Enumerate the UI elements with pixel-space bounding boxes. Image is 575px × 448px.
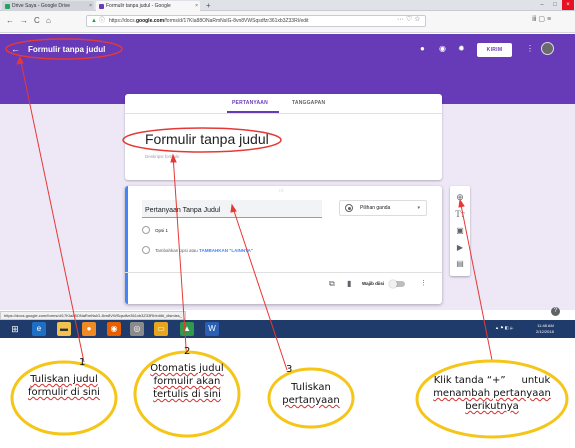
add-option-separator: atau bbox=[187, 248, 200, 253]
screenshot: Drive Saya - Google Drive × Formulir tan… bbox=[0, 0, 575, 448]
reload-icon[interactable]: C bbox=[34, 16, 40, 25]
home-icon[interactable]: ⌂ bbox=[46, 16, 51, 25]
browser-toolbar: ← → C ⌂ ⓘ ▲ https://docs.google.com/form… bbox=[0, 11, 575, 33]
add-other-link[interactable]: TAMBAHKAN "LAINNYA" bbox=[199, 248, 253, 253]
callout-text-4: Klik tanda “+” untuk menambah pertanyaan… bbox=[420, 374, 564, 413]
tab-responses[interactable]: TANGGAPAN bbox=[292, 100, 325, 106]
new-tab-button[interactable]: + bbox=[206, 0, 211, 11]
media-player-icon[interactable]: ● bbox=[82, 322, 96, 336]
callout-text-1: Tuliskan judul formulir di sini bbox=[14, 373, 114, 399]
page-actions-icon[interactable]: ··· ♡ ☆ bbox=[397, 15, 420, 23]
question-title-text: Pertanyaan Tanpa Judul bbox=[145, 207, 221, 214]
title-text-icon[interactable]: Tт bbox=[450, 209, 470, 219]
callout-line: pertanyaan bbox=[282, 395, 340, 406]
callout-line: Otomatis judul bbox=[150, 363, 224, 374]
chevron-down-icon: ▾ bbox=[417, 205, 420, 211]
callout-line: Tuliskan judul bbox=[30, 374, 98, 385]
minimize-button[interactable]: – bbox=[536, 0, 548, 10]
clock-date: 2/12/2018 bbox=[536, 329, 554, 334]
drive-favicon-icon bbox=[5, 4, 10, 9]
browser-tab-bar: Drive Saya - Google Drive × Formulir tan… bbox=[0, 0, 575, 11]
close-window-button[interactable]: × bbox=[562, 0, 574, 10]
add-question-icon[interactable]: ⊕ bbox=[450, 192, 470, 203]
word-icon[interactable]: W bbox=[205, 322, 219, 336]
callout-line: formulir di sini bbox=[28, 387, 100, 398]
duplicate-icon[interactable]: ⧉ bbox=[329, 279, 335, 289]
tab-label: Drive Saya - Google Drive bbox=[12, 3, 71, 9]
firefox-icon[interactable]: ◉ bbox=[107, 322, 121, 336]
divider bbox=[125, 272, 442, 273]
back-arrow-icon[interactable]: ← bbox=[11, 44, 20, 54]
preview-icon[interactable]: ◉ bbox=[439, 44, 446, 53]
maximize-button[interactable]: □ bbox=[549, 0, 561, 10]
option-radio-icon bbox=[142, 226, 150, 234]
callout-text-2: Otomatis judul formulir akan tertulis di… bbox=[137, 362, 237, 401]
video-icon[interactable]: ▶ bbox=[450, 243, 470, 252]
lock-icon: ▲ bbox=[91, 18, 97, 24]
status-url: https://docs.google.com/forms/d/17KIa88O… bbox=[0, 311, 186, 320]
form-title-card: PERTANYAAN TANGGAPAN Formulir tanpa judu… bbox=[125, 94, 442, 180]
tab-forms[interactable]: Formulir tanpa judul - Google × bbox=[96, 1, 200, 11]
drag-handle-icon[interactable]: ⁝⁝⁝ bbox=[279, 188, 284, 194]
callout-text-3: Tuliskan pertanyaan bbox=[271, 381, 351, 407]
forward-arrow-icon[interactable]: → bbox=[20, 16, 28, 25]
divider bbox=[125, 113, 442, 114]
more-options-icon[interactable]: ⋮ bbox=[420, 279, 427, 287]
option-radio-icon bbox=[142, 246, 150, 254]
info-icon: ⓘ bbox=[99, 18, 106, 24]
back-arrow-icon[interactable]: ← bbox=[6, 16, 14, 25]
question-type-select[interactable]: Pilihan ganda ▾ bbox=[339, 200, 427, 216]
add-option-row: Tambahkan opsi atau TAMBAHKAN "LAINNYA" bbox=[155, 248, 253, 253]
callout-line: Klik tanda “+” untuk bbox=[433, 375, 551, 386]
required-label: Wajib diisi bbox=[362, 281, 385, 286]
add-option-link[interactable]: Tambahkan opsi bbox=[155, 248, 188, 253]
system-tray[interactable]: ▲ ⚑ ◧ 🔈 bbox=[495, 325, 515, 330]
callout-line: Tuliskan bbox=[291, 382, 331, 393]
file-explorer-icon[interactable]: ▬ bbox=[57, 322, 71, 336]
callout-line: tertulis di sini bbox=[153, 389, 221, 400]
callout-number-3: 3 bbox=[286, 364, 293, 375]
option-1-input[interactable]: Opsi 1 bbox=[155, 228, 168, 233]
windows-start-icon[interactable]: ⊞ bbox=[8, 322, 22, 336]
question-type-label: Pilihan ganda bbox=[360, 205, 391, 211]
palette-icon[interactable]: ● bbox=[420, 44, 425, 53]
question-card[interactable]: ⁝⁝⁝ Pertanyaan Tanpa Judul Pilihan ganda… bbox=[125, 186, 442, 304]
avatar[interactable] bbox=[541, 42, 554, 55]
settings-icon[interactable]: ◎ bbox=[130, 322, 144, 336]
forms-favicon-icon bbox=[99, 4, 104, 9]
callout-line: berikutnya bbox=[465, 401, 519, 412]
ie-icon[interactable]: e bbox=[32, 322, 46, 336]
callout-line: menambah pertanyaan bbox=[433, 388, 551, 399]
tab-questions[interactable]: PERTANYAAN bbox=[232, 100, 268, 106]
tab-google-drive[interactable]: Drive Saya - Google Drive × bbox=[2, 1, 94, 11]
close-tab-icon[interactable]: × bbox=[89, 1, 92, 11]
form-description-input[interactable]: Deskripsi formulir bbox=[145, 154, 180, 159]
more-icon[interactable]: ⋮ bbox=[526, 44, 534, 53]
section-icon[interactable]: ▤ bbox=[450, 259, 470, 268]
url-domain: google.com bbox=[135, 18, 165, 24]
url-path: /forms/d/17KIa88ONaRmNsIG-8vn8VWSqsdfzr3… bbox=[164, 18, 309, 24]
question-focus-accent bbox=[125, 186, 128, 304]
callout-number-2: 2 bbox=[184, 346, 191, 357]
app-icon[interactable]: ▲ bbox=[180, 322, 194, 336]
tab-label: Formulir tanpa judul - Google bbox=[106, 3, 171, 9]
form-title-input[interactable]: Formulir tanpa judul bbox=[145, 131, 269, 147]
callout-line: formulir akan bbox=[153, 376, 221, 387]
send-button[interactable]: KIRIM bbox=[477, 43, 512, 57]
toolbar-menu-icon[interactable]: ⅲ ▢ ≡ bbox=[532, 15, 551, 23]
header-form-title[interactable]: Formulir tanpa judul bbox=[28, 45, 105, 54]
url-prefix: https://docs. bbox=[109, 18, 136, 24]
settings-icon[interactable]: ✹ bbox=[458, 44, 465, 53]
help-icon[interactable]: ? bbox=[551, 307, 560, 316]
delete-icon[interactable]: ▮ bbox=[347, 279, 351, 288]
callout-number-1: 1 bbox=[79, 357, 86, 368]
folder-icon[interactable]: ▭ bbox=[154, 322, 168, 336]
image-icon[interactable]: ▣ bbox=[450, 226, 470, 235]
required-toggle[interactable] bbox=[389, 280, 405, 288]
clock[interactable]: 11:48 AM 2/12/2018 bbox=[536, 323, 554, 335]
side-toolbar: ⊕ Tт ▣ ▶ ▤ bbox=[450, 186, 470, 276]
address-bar[interactable]: ⓘ ▲ https://docs.google.com/forms/d/17KI… bbox=[86, 15, 426, 27]
radio-type-icon bbox=[345, 204, 353, 212]
close-tab-icon[interactable]: × bbox=[195, 1, 198, 11]
